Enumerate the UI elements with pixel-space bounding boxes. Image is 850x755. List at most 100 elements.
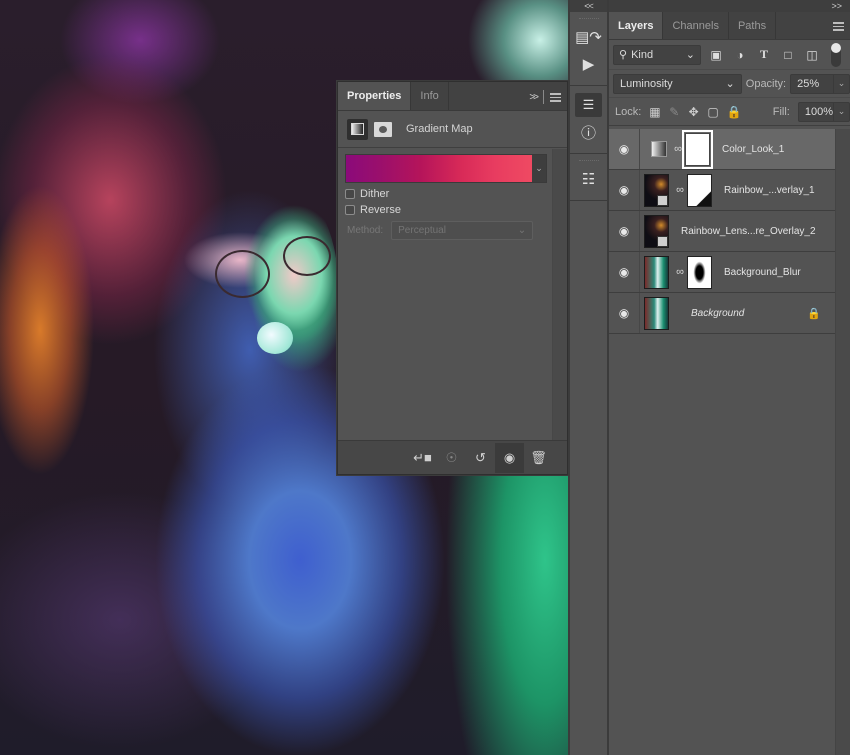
layer-name[interactable]: Background_Blur <box>724 267 801 278</box>
collapse-dock-icon[interactable]: << <box>570 0 607 12</box>
lock-paint-icon[interactable]: ✎ <box>669 105 680 119</box>
canvas-bubble <box>257 322 293 354</box>
chevron-down-icon[interactable]: ⌄ <box>833 74 849 93</box>
history-icon: ▤↷ <box>575 29 602 46</box>
layer-mask-thumbnail[interactable] <box>682 129 713 169</box>
layer-row[interactable]: ◉ ∞ Background_Blur <box>609 252 835 293</box>
reverse-checkbox[interactable] <box>345 205 355 215</box>
dither-label: Dither <box>360 188 390 200</box>
actions-panel-button[interactable]: ▶ <box>575 52 602 76</box>
layer-row[interactable]: ◉ Background 🔒 <box>609 293 835 334</box>
layer-mask-thumbnail[interactable] <box>687 173 712 207</box>
eye-icon[interactable]: ◉ <box>609 211 640 251</box>
properties-tabbar: Properties Info >> <box>338 82 567 111</box>
delete-button[interactable]: 🗑 <box>524 443 553 473</box>
tool-presets-button[interactable]: ☷ <box>575 167 602 191</box>
grip-handle[interactable] <box>578 18 599 21</box>
pixel-filter-icon[interactable]: ▣ <box>707 46 725 64</box>
tab-channels[interactable]: Channels <box>663 12 729 39</box>
dock-group-3: ☷ <box>570 154 607 201</box>
reset-button[interactable]: ↺ <box>466 443 495 473</box>
eye-icon[interactable]: ◉ <box>609 252 640 292</box>
dock-group-1: ▤↷ ▶ <box>570 12 607 86</box>
lock-transparent-icon[interactable]: ▦ <box>649 105 660 119</box>
lock-artboard-icon[interactable]: ▢ <box>707 105 718 119</box>
info-panel-button[interactable]: ⓘ <box>575 120 602 144</box>
gradient-map-adjustment-icon[interactable] <box>347 118 368 140</box>
method-select[interactable]: Perceptual ⌄ <box>391 221 534 240</box>
fill-field[interactable]: 100% ⌄ <box>797 101 850 122</box>
dither-option[interactable]: Dither <box>345 188 389 200</box>
layer-name[interactable]: Color_Look_1 <box>722 144 784 155</box>
expand-panels-icon[interactable]: >> <box>529 92 539 103</box>
link-icon[interactable]: ∞ <box>673 266 687 278</box>
eye-icon[interactable]: ◉ <box>609 129 640 169</box>
eye-previous-icon: ☉ <box>445 449 458 465</box>
chevron-down-icon: ⌄ <box>725 78 735 90</box>
adjustment-filter-icon[interactable]: ◑ <box>731 46 749 64</box>
grip-handle[interactable] <box>578 160 599 163</box>
gradient-map-thumbnail <box>651 141 667 157</box>
trash-icon: 🗑 <box>530 449 547 465</box>
lock-label: Lock: <box>615 105 642 118</box>
toggle-visibility-button[interactable]: ◉ <box>495 442 524 473</box>
eye-icon[interactable]: ◉ <box>609 170 640 210</box>
shape-filter-icon[interactable]: □ <box>779 46 797 64</box>
layer-name[interactable]: Rainbow_Lens...re_Overlay_2 <box>681 226 816 237</box>
filter-toggle[interactable] <box>831 42 841 67</box>
layer-thumbnail <box>644 296 669 330</box>
lock-position-icon[interactable]: ✥ <box>688 105 699 119</box>
tab-info[interactable]: Info <box>411 82 449 110</box>
opacity-field[interactable]: 25% ⌄ <box>790 73 850 94</box>
dither-checkbox[interactable] <box>345 189 355 199</box>
layer-thumbnail <box>644 255 669 289</box>
info-icon: ⓘ <box>580 124 596 142</box>
filter-kind-select[interactable]: ⚲ Kind ⌄ <box>613 44 701 65</box>
link-icon[interactable]: ∞ <box>673 184 687 196</box>
tab-properties[interactable]: Properties <box>338 82 412 110</box>
tab-layers[interactable]: Layers <box>609 12 664 39</box>
adjustments-panel-button[interactable]: ☰ <box>575 93 602 117</box>
fill-label: Fill: <box>772 105 790 118</box>
gradient-picker[interactable]: ⌄ <box>345 154 547 183</box>
chevron-down-icon[interactable]: ⌄ <box>832 102 849 121</box>
opacity-value[interactable]: 25% <box>791 78 833 90</box>
tab-paths[interactable]: Paths <box>729 12 777 39</box>
layer-list: ◉ ∞ Color_Look_1 ◉ ∞ Rainbow_...verlay_1… <box>609 129 835 334</box>
eye-icon[interactable]: ◉ <box>609 293 640 333</box>
layer-row[interactable]: ◉ ∞ Color_Look_1 <box>609 129 835 170</box>
chevron-down-icon[interactable]: ⌄ <box>532 155 546 182</box>
gradient-preview[interactable] <box>346 155 532 182</box>
opacity-label: Opacity: <box>745 77 787 90</box>
layer-mask-thumbnail[interactable] <box>687 255 712 289</box>
collapse-panel-icon[interactable]: >> <box>609 0 850 12</box>
layers-tabbar: Layers Channels Paths <box>609 12 850 40</box>
lock-row: Lock: ▦ ✎ ✥ ▢ 🔒 Fill: 100% ⌄ <box>609 98 850 126</box>
panel-menu-icon[interactable] <box>833 22 844 31</box>
properties-scrollbar[interactable] <box>552 149 567 441</box>
lock-all-icon[interactable]: 🔒 <box>727 105 742 119</box>
layer-thumbnail <box>644 214 669 248</box>
history-panel-button[interactable]: ▤↷ <box>575 25 602 49</box>
link-icon[interactable]: ∞ <box>671 143 685 155</box>
reverse-option[interactable]: Reverse <box>345 204 401 216</box>
method-label: Method: <box>347 225 384 236</box>
properties-body: ⌄ Dither Reverse Method: Perceptual ⌄ <box>338 149 553 441</box>
clip-to-layer-button[interactable]: ↵■ <box>408 443 437 473</box>
method-value: Perceptual <box>398 225 446 236</box>
view-previous-state-button[interactable]: ☉ <box>437 443 466 473</box>
layer-row[interactable]: ◉ Rainbow_Lens...re_Overlay_2 <box>609 211 835 252</box>
type-filter-icon[interactable]: T <box>755 46 773 64</box>
layers-scrollbar[interactable] <box>835 129 850 755</box>
layer-name[interactable]: Background <box>691 308 744 319</box>
layer-row[interactable]: ◉ ∞ Rainbow_...verlay_1 <box>609 170 835 211</box>
fill-value[interactable]: 100% <box>799 106 833 118</box>
panel-menu-icon[interactable] <box>550 92 561 102</box>
blend-mode-select[interactable]: Luminosity ⌄ <box>613 73 742 94</box>
layer-filter-row: ⚲ Kind ⌄ ▣ ◑ T □ ◫ <box>609 40 850 70</box>
smart-object-filter-icon[interactable]: ◫ <box>803 46 821 64</box>
eye-icon: ◉ <box>503 449 516 465</box>
properties-header: Gradient Map <box>338 111 567 148</box>
layer-mask-icon[interactable] <box>374 121 392 137</box>
layer-name[interactable]: Rainbow_...verlay_1 <box>724 185 815 196</box>
